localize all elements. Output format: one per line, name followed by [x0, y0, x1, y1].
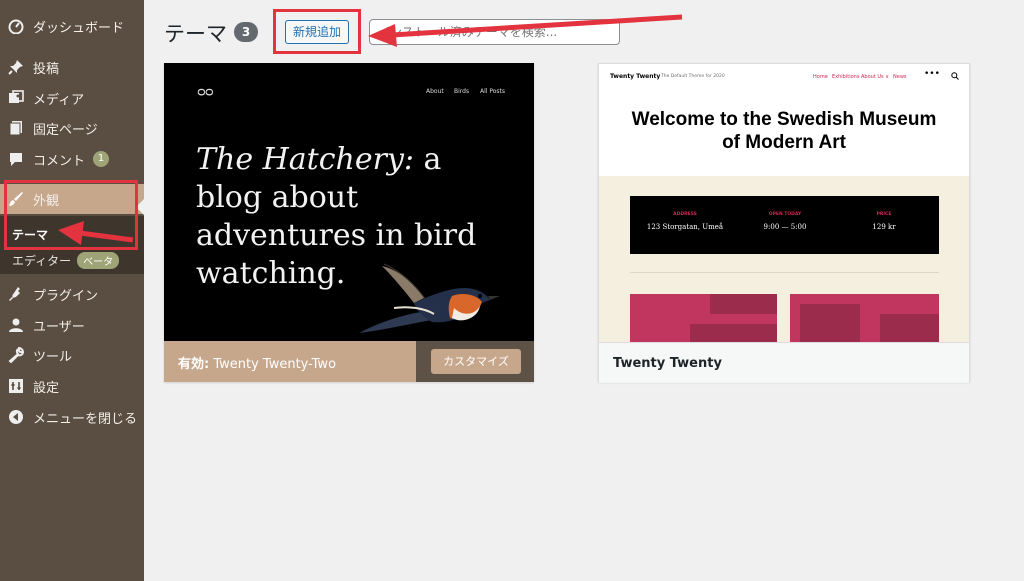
wrench-icon: [8, 347, 24, 363]
swallow-bird-illustration: [359, 263, 500, 333]
preview-nav-link: Exhibitions: [832, 74, 860, 80]
sidebar-item-label: コメント: [33, 153, 86, 169]
preview-tagline: The Default Theme for 2020: [661, 74, 725, 79]
sidebar-item-comments[interactable]: コメント 1: [0, 144, 144, 174]
menu-dots-icon: •••: [924, 69, 940, 79]
collapse-icon: [8, 409, 24, 425]
sidebar-item-users[interactable]: ユーザー: [0, 310, 144, 340]
admin-sidebar: ダッシュボード 投稿 メディア 固定ページ コメント 1 外観 テーマ エディタ…: [0, 0, 144, 581]
info-column: PRICE 129 kr: [872, 212, 896, 231]
sidebar-item-dashboard[interactable]: ダッシュボード: [0, 11, 144, 41]
annotation-highlight-themes: [4, 180, 138, 250]
media-icon: [8, 90, 24, 106]
dashboard-icon: [8, 18, 24, 34]
info-box: ADDRESS 123 Storgatan, Umeå OPEN TODAY 9…: [630, 196, 939, 254]
annotation-highlight-add-new: [273, 9, 361, 54]
info-column: ADDRESS 123 Storgatan, Umeå: [646, 212, 724, 231]
theme-name-bar: Twenty Twenty: [599, 342, 969, 383]
comment-icon: [8, 151, 24, 167]
theme-card-twenty-twenty[interactable]: Twenty Twenty The Default Theme for 2020…: [598, 63, 970, 383]
beta-badge: ベータ: [77, 252, 120, 269]
plugin-icon: [8, 286, 24, 302]
theme-screenshot[interactable]: ᴑᴑ About Birds All Posts The Hatchery: a…: [164, 63, 534, 341]
sidebar-item-tools[interactable]: ツール: [0, 340, 144, 370]
sidebar-item-label: メニューを閉じる: [33, 411, 138, 427]
site-logo: ᴑᴑ: [197, 85, 214, 100]
divider: [630, 272, 939, 273]
theme-actions: カスタマイズ: [416, 341, 534, 382]
theme-card-twenty-twenty-two[interactable]: ᴑᴑ About Birds All Posts The Hatchery: a…: [164, 63, 534, 382]
comment-count-badge: 1: [93, 151, 110, 167]
sidebar-item-plugins[interactable]: プラグイン: [0, 279, 144, 309]
theme-name: Twenty Twenty: [613, 356, 722, 371]
active-theme-label: 有効: Twenty Twenty-Two: [178, 357, 337, 372]
sidebar-item-collapse[interactable]: メニューを閉じる: [0, 402, 144, 432]
sidebar-item-label: ツール: [33, 349, 73, 365]
info-column: OPEN TODAY 9:00 — 5:00: [763, 212, 807, 231]
sidebar-item-label: プラグイン: [33, 288, 99, 304]
preview-nav-link: Birds: [454, 88, 470, 95]
preview-body: ADDRESS 123 Storgatan, Umeå OPEN TODAY 9…: [599, 176, 969, 342]
customize-button[interactable]: カスタマイズ: [431, 349, 521, 374]
user-icon: [8, 317, 24, 333]
preview-header: Twenty Twenty The Default Theme for 2020…: [599, 64, 969, 174]
search-icon: [951, 72, 959, 80]
theme-screenshot[interactable]: Twenty Twenty The Default Theme for 2020…: [599, 64, 969, 342]
sidebar-item-pages[interactable]: 固定ページ: [0, 113, 144, 143]
page-title: テーマ: [164, 22, 227, 46]
submenu-item-editor[interactable]: エディター ベータ: [12, 252, 120, 269]
active-theme-bar: 有効: Twenty Twenty-Two カスタマイズ: [164, 341, 534, 382]
preview-nav-link: About Us ∨: [861, 74, 889, 80]
preview-nav-link: Home: [813, 74, 828, 80]
pages-icon: [8, 120, 24, 136]
preview-image-block: [790, 294, 939, 342]
sidebar-item-label: 設定: [33, 380, 60, 396]
sidebar-item-label: ダッシュボード: [33, 20, 125, 36]
preview-nav-link: About: [426, 88, 444, 95]
preview-nav-link: News: [893, 74, 907, 80]
sidebar-item-posts[interactable]: 投稿: [0, 52, 144, 82]
theme-count-badge: 3: [234, 22, 258, 42]
sidebar-item-media[interactable]: メディア: [0, 83, 144, 113]
sidebar-item-settings[interactable]: 設定: [0, 371, 144, 401]
preview-site-title: Twenty Twenty: [610, 73, 661, 80]
sidebar-item-label: 固定ページ: [33, 122, 98, 138]
sidebar-item-label: 投稿: [33, 61, 60, 77]
preview-nav-link: All Posts: [480, 88, 506, 95]
sidebar-item-label: メディア: [33, 92, 85, 108]
preview-image-block: [630, 294, 777, 342]
search-themes-input[interactable]: [369, 19, 620, 45]
preview-title: Welcome to the Swedish Museum of Modern …: [631, 109, 937, 153]
pushpin-icon: [8, 59, 24, 75]
sidebar-item-label: ユーザー: [33, 319, 85, 335]
submenu-label: エディター: [12, 254, 72, 268]
settings-icon: [8, 378, 24, 394]
